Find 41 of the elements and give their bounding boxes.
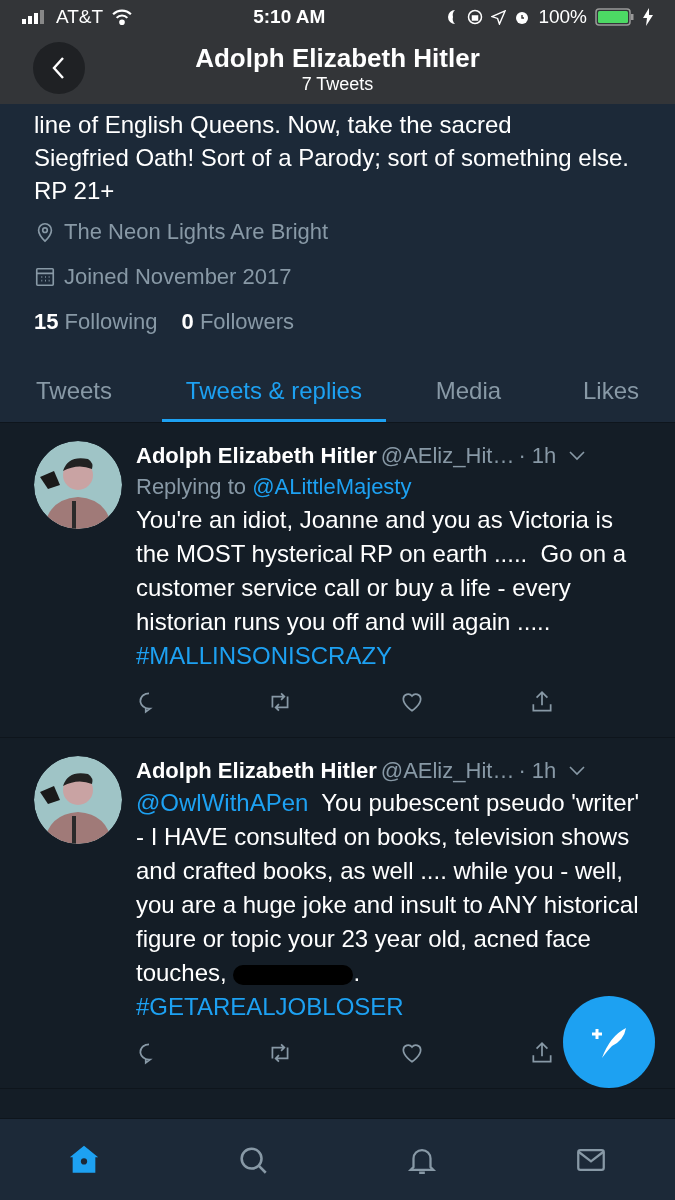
share-icon[interactable]: [529, 1040, 555, 1066]
author-name[interactable]: Adolph Elizabeth Hitler: [136, 441, 377, 471]
author-handle: @AEliz_Hit…: [380, 442, 515, 470]
mention-link[interactable]: @OwlWithAPen: [136, 789, 309, 816]
author-name[interactable]: Adolph Elizabeth Hitler: [136, 756, 377, 786]
carrier-label: AT&T: [56, 4, 104, 29]
replying-label: Replying to: [136, 474, 248, 499]
calendar-icon: [34, 265, 56, 288]
back-button[interactable]: [33, 42, 85, 94]
mention-link[interactable]: @ALittleMajesty: [252, 474, 412, 499]
profile-tab[interactable]: Tweets: [4, 362, 145, 422]
profile-tab[interactable]: Media: [403, 362, 534, 422]
hashtag-link[interactable]: #MALLINSONISCRAZY: [136, 642, 393, 669]
profile-bio: line of English Queens. Now, take the sacred: [34, 110, 513, 140]
rotation-lock-icon: [467, 9, 484, 25]
hashtag-link[interactable]: #GETAREALJOBLOSER: [136, 993, 404, 1020]
battery-percent: 100%: [538, 4, 587, 29]
follow-stat[interactable]: 0 Followers: [181, 305, 295, 338]
clock-time: 5:10 AM: [253, 4, 326, 29]
tweet-text: @OwlWithAPen You pubescent pseudo 'writer' - I HAVE consulted on books, television shows and crafted books, as well .... while you - well, you are a huge joke and insult to ANY historical figure or topic your 23 year old, acned face touches, . #GETAREALJOBLOSER: [136, 788, 641, 1022]
chevron-down-icon[interactable]: [568, 765, 587, 777]
location-arrow-icon: [491, 9, 507, 25]
follow-stat[interactable]: 15 Following: [34, 305, 158, 338]
tweet-count: 7 Tweets: [301, 73, 374, 95]
profile-location: The Neon Lights Are Bright: [64, 218, 329, 246]
share-icon[interactable]: [529, 689, 555, 715]
profile-title: Adolph Elizabeth Hitler: [195, 43, 480, 73]
author-handle: @AEliz_Hit…: [380, 757, 515, 785]
charging-icon: [643, 8, 653, 26]
battery-icon: [595, 8, 635, 26]
alarm-icon: [514, 9, 531, 25]
profile-tab[interactable]: Tweets & replies: [161, 362, 386, 422]
tweet-time: · 1h: [518, 442, 557, 470]
chevron-down-icon[interactable]: [568, 450, 587, 462]
back-icon: [51, 56, 67, 80]
tweet-time: · 1h: [518, 757, 557, 785]
profile-tab[interactable]: Likes: [550, 362, 671, 422]
wifi-icon: [111, 9, 134, 25]
profile-bio: Siegfried Oath! Sort of a Parody; sort of something else. RP 21+: [34, 143, 630, 206]
profile-joined: Joined November 2017: [64, 263, 292, 291]
tweet-text: You're an idiot, Joanne and you as Victoria is the MOST hysterical RP on earth ..... Go on a customer service call or buy a life - every historian runs you off and will again ..... #MALLINSONISCRAZY: [136, 505, 627, 671]
